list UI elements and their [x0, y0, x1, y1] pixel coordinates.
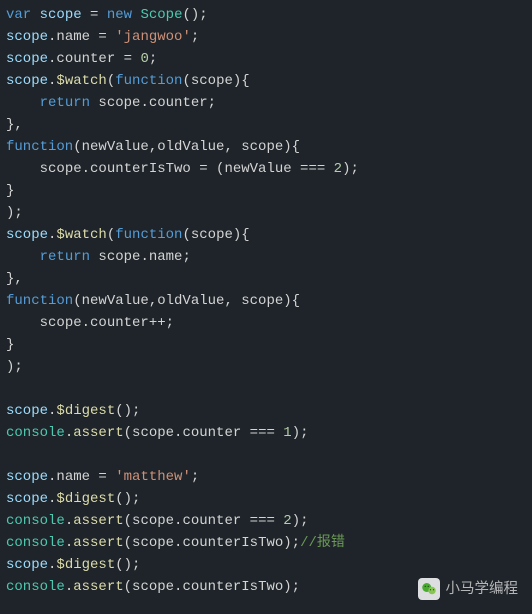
punc: .counter =	[48, 51, 140, 67]
punc: ;	[191, 469, 199, 485]
punc: .	[65, 535, 73, 551]
comment: //报错	[300, 535, 345, 551]
watermark-text: 小马学编程	[446, 578, 519, 600]
keyword-return: return	[40, 249, 90, 265]
indent	[6, 161, 40, 177]
punc: (	[107, 73, 115, 89]
ident: scope	[6, 73, 48, 89]
punc: );	[6, 359, 23, 375]
punc: ();	[115, 403, 140, 419]
ident: scope	[6, 469, 48, 485]
punc: }	[6, 183, 14, 199]
punc: .	[65, 579, 73, 595]
method-assert: assert	[73, 513, 123, 529]
punc: (scope){	[182, 227, 249, 243]
punc: (scope.counter ===	[124, 425, 284, 441]
method-assert: assert	[73, 535, 123, 551]
method-digest: $digest	[56, 403, 115, 419]
punc: );	[342, 161, 359, 177]
ident: scope	[6, 403, 48, 419]
punc: );	[6, 205, 23, 221]
punc: ();	[115, 491, 140, 507]
punc: .	[65, 425, 73, 441]
punc: },	[6, 117, 23, 133]
punc: (scope.counterIsTwo);	[124, 535, 300, 551]
method-watch: $watch	[56, 227, 106, 243]
code-block: var scope = new Scope(); scope.name = 'j…	[0, 0, 532, 602]
punc: ;	[191, 29, 199, 45]
indent	[6, 95, 40, 111]
number: 2	[283, 513, 291, 529]
keyword-function: function	[115, 73, 182, 89]
method-assert: assert	[73, 579, 123, 595]
method-digest: $digest	[56, 491, 115, 507]
keyword-function: function	[6, 139, 73, 155]
console: console	[6, 535, 65, 551]
console: console	[6, 425, 65, 441]
keyword-return: return	[40, 95, 90, 111]
string: 'matthew'	[115, 469, 191, 485]
punc: ();	[115, 557, 140, 573]
punc: .name =	[48, 29, 115, 45]
number: 2	[334, 161, 342, 177]
punc: (	[107, 227, 115, 243]
method-digest: $digest	[56, 557, 115, 573]
punc: ();	[182, 7, 207, 23]
type-scope: Scope	[140, 7, 182, 23]
punc: scope.counter;	[90, 95, 216, 111]
punc: );	[292, 513, 309, 529]
punc: scope.name;	[90, 249, 191, 265]
punc: (newValue,oldValue, scope){	[73, 293, 300, 309]
watermark: 小马学编程	[418, 578, 519, 600]
number: 1	[283, 425, 291, 441]
punc: scope.counterIsTwo = (newValue ===	[40, 161, 334, 177]
ident: scope	[6, 227, 48, 243]
punc: ;	[149, 51, 157, 67]
console: console	[6, 579, 65, 595]
ident-scope: scope	[31, 7, 90, 23]
punc: (scope.counterIsTwo);	[124, 579, 300, 595]
punc: );	[292, 425, 309, 441]
punc: }	[6, 337, 14, 353]
punc: .	[65, 513, 73, 529]
method-watch: $watch	[56, 73, 106, 89]
string: 'jangwoo'	[115, 29, 191, 45]
punc: (newValue,oldValue, scope){	[73, 139, 300, 155]
keyword-function: function	[6, 293, 73, 309]
keyword-function: function	[115, 227, 182, 243]
console: console	[6, 513, 65, 529]
method-assert: assert	[73, 425, 123, 441]
ident: scope	[6, 51, 48, 67]
indent	[6, 315, 40, 331]
ident: scope	[6, 557, 48, 573]
ident: scope	[6, 29, 48, 45]
keyword-var: var	[6, 7, 31, 23]
ident: scope	[6, 491, 48, 507]
indent	[6, 249, 40, 265]
punc: =	[90, 7, 107, 23]
punc: },	[6, 271, 23, 287]
keyword-new: new	[107, 7, 132, 23]
punc: scope.counter++;	[40, 315, 174, 331]
punc: .name =	[48, 469, 115, 485]
punc: (scope){	[182, 73, 249, 89]
punc: (scope.counter ===	[124, 513, 284, 529]
number: 0	[140, 51, 148, 67]
wechat-icon	[418, 578, 440, 600]
